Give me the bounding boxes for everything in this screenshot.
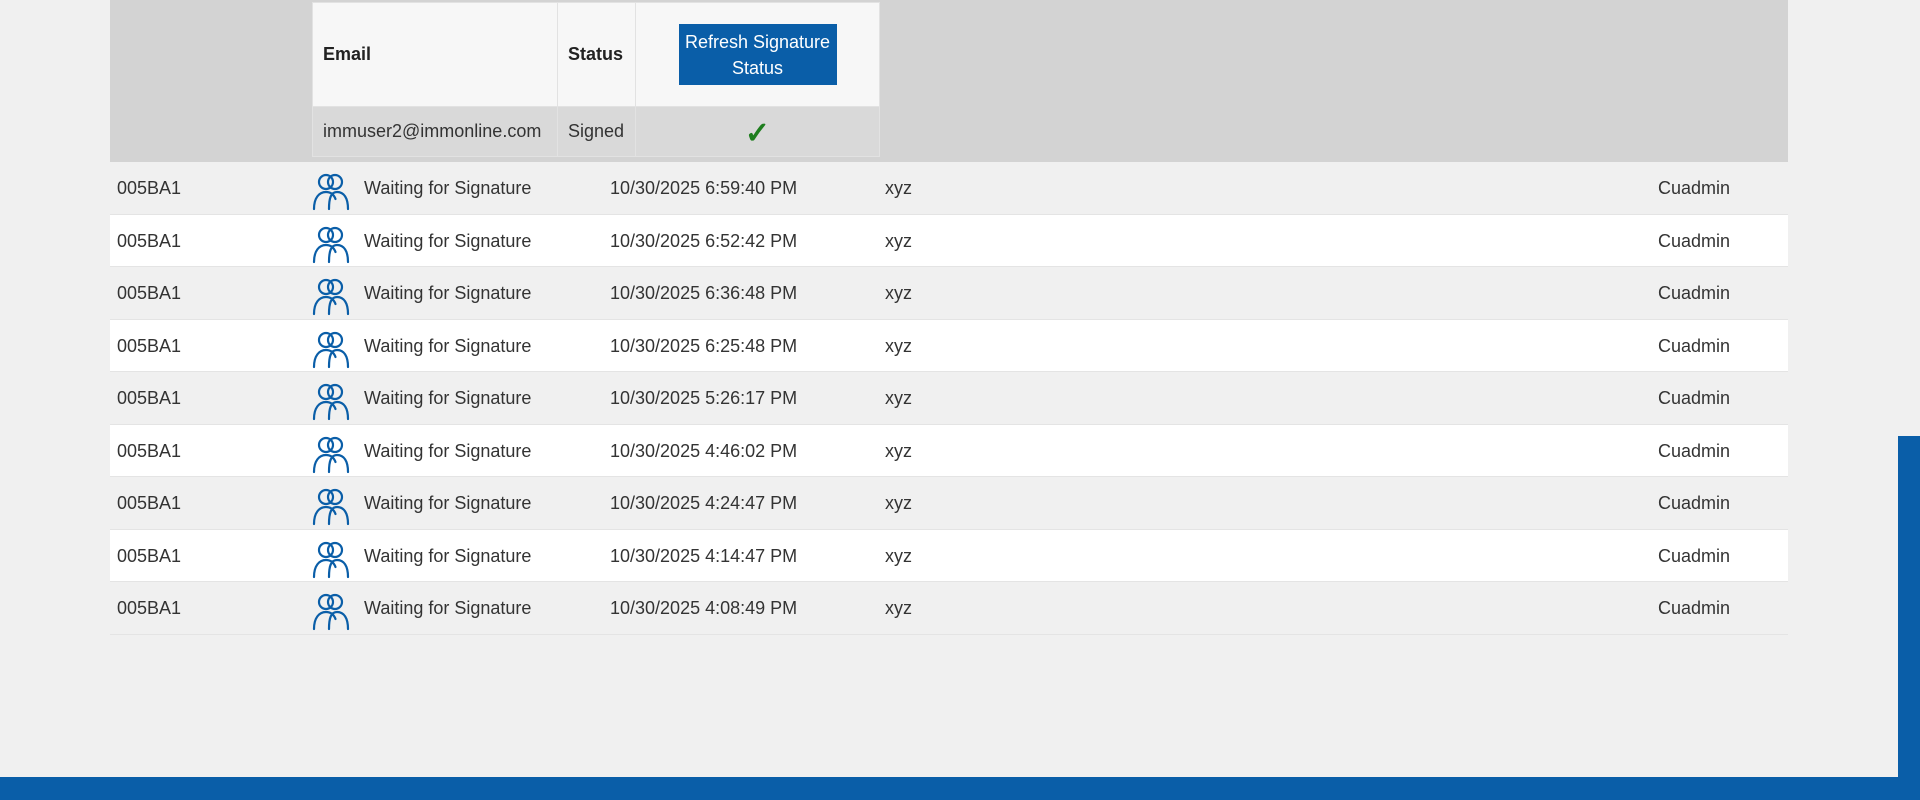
record-timestamp: 10/30/2025 5:26:17 PM bbox=[610, 388, 798, 408]
record-reference: xyz bbox=[885, 335, 912, 356]
users-icon bbox=[311, 486, 351, 526]
record-timestamp: 10/30/2025 6:52:42 PM bbox=[610, 230, 798, 251]
signer-detail-panel: Email Status Refresh Signature Status im… bbox=[110, 0, 1788, 162]
signer-row: immuser2@immonline.com Signed ✓ bbox=[312, 106, 880, 157]
table-row[interactable]: 005BA1 Waiting for Signature 10/30/2025 … bbox=[110, 424, 1788, 477]
record-user: Cuadmin bbox=[1658, 178, 1731, 198]
record-status: Waiting for Signature bbox=[364, 283, 532, 303]
record-code: 005BA1 bbox=[117, 335, 182, 356]
record-timestamp: 10/30/2025 6:25:48 PM bbox=[610, 335, 798, 356]
table-row[interactable]: 005BA1 Waiting for Signature 10/30/2025 … bbox=[110, 267, 1788, 320]
refresh-column-header: Refresh Signature Status bbox=[635, 2, 880, 107]
record-status: Waiting for Signature bbox=[364, 598, 532, 618]
record-timestamp: 10/30/2025 4:24:47 PM bbox=[610, 493, 798, 513]
email-column-header: Email bbox=[312, 2, 558, 107]
record-reference: xyz bbox=[885, 545, 912, 566]
users-icon bbox=[311, 276, 351, 316]
record-user: Cuadmin bbox=[1658, 230, 1731, 251]
users-icon bbox=[311, 171, 351, 211]
record-user: Cuadmin bbox=[1658, 493, 1731, 513]
record-user: Cuadmin bbox=[1658, 335, 1731, 356]
table-row[interactable]: 005BA1 Waiting for Signature 10/30/2025 … bbox=[110, 372, 1788, 425]
record-code: 005BA1 bbox=[117, 178, 182, 198]
record-status: Waiting for Signature bbox=[364, 178, 532, 198]
table-row[interactable]: 005BA1 Waiting for Signature 10/30/2025 … bbox=[110, 319, 1788, 372]
signer-status: Signed bbox=[557, 106, 636, 157]
check-icon: ✓ bbox=[744, 116, 771, 150]
record-reference: xyz bbox=[885, 388, 912, 408]
record-reference: xyz bbox=[885, 283, 912, 303]
record-reference: xyz bbox=[885, 230, 912, 251]
record-code: 005BA1 bbox=[117, 283, 182, 303]
record-code: 005BA1 bbox=[117, 598, 182, 618]
record-user: Cuadmin bbox=[1658, 440, 1731, 461]
signer-table-header-row: Email Status Refresh Signature Status bbox=[312, 2, 880, 107]
record-user: Cuadmin bbox=[1658, 283, 1731, 303]
users-icon bbox=[311, 381, 351, 421]
record-status: Waiting for Signature bbox=[364, 545, 532, 566]
record-user: Cuadmin bbox=[1658, 545, 1731, 566]
footer-bar bbox=[0, 777, 1920, 800]
refresh-signature-status-button[interactable]: Refresh Signature Status bbox=[678, 24, 837, 85]
table-row[interactable]: 005BA1 Waiting for Signature 10/30/2025 … bbox=[110, 162, 1788, 215]
record-code: 005BA1 bbox=[117, 440, 182, 461]
table-row[interactable]: 005BA1 Waiting for Signature 10/30/2025 … bbox=[110, 529, 1788, 582]
record-user: Cuadmin bbox=[1658, 598, 1731, 618]
record-code: 005BA1 bbox=[117, 493, 182, 513]
record-reference: xyz bbox=[885, 440, 912, 461]
page: Email Status Refresh Signature Status im… bbox=[0, 0, 1920, 800]
record-timestamp: 10/30/2025 6:36:48 PM bbox=[610, 283, 798, 303]
users-icon bbox=[311, 224, 351, 263]
record-status: Waiting for Signature bbox=[364, 388, 532, 408]
record-code: 005BA1 bbox=[117, 388, 182, 408]
users-icon bbox=[311, 434, 351, 473]
record-user: Cuadmin bbox=[1658, 388, 1731, 408]
record-timestamp: 10/30/2025 6:59:40 PM bbox=[610, 178, 798, 198]
status-column-header: Status bbox=[557, 2, 636, 107]
signature-grid: Email Status Refresh Signature Status im… bbox=[110, 0, 1788, 635]
record-timestamp: 10/30/2025 4:14:47 PM bbox=[610, 545, 798, 566]
table-row[interactable]: 005BA1 Waiting for Signature 10/30/2025 … bbox=[110, 214, 1788, 267]
record-status: Waiting for Signature bbox=[364, 493, 532, 513]
record-timestamp: 10/30/2025 4:46:02 PM bbox=[610, 440, 798, 461]
users-icon bbox=[311, 539, 351, 578]
signer-signed-cell: ✓ bbox=[635, 106, 880, 157]
record-status: Waiting for Signature bbox=[364, 335, 532, 356]
table-row[interactable]: 005BA1 Waiting for Signature 10/30/2025 … bbox=[110, 582, 1788, 635]
record-status: Waiting for Signature bbox=[364, 230, 532, 251]
record-code: 005BA1 bbox=[117, 230, 182, 251]
signer-table: Email Status Refresh Signature Status im… bbox=[312, 2, 880, 157]
record-reference: xyz bbox=[885, 178, 912, 198]
record-reference: xyz bbox=[885, 598, 912, 618]
records-list: 005BA1 Waiting for Signature 10/30/2025 … bbox=[110, 162, 1788, 635]
record-status: Waiting for Signature bbox=[364, 440, 532, 461]
table-row[interactable]: 005BA1 Waiting for Signature 10/30/2025 … bbox=[110, 477, 1788, 530]
scrollbar[interactable] bbox=[1898, 436, 1920, 777]
record-reference: xyz bbox=[885, 493, 912, 513]
users-icon bbox=[311, 591, 351, 631]
signer-email: immuser2@immonline.com bbox=[312, 106, 558, 157]
record-timestamp: 10/30/2025 4:08:49 PM bbox=[610, 598, 798, 618]
record-code: 005BA1 bbox=[117, 545, 182, 566]
users-icon bbox=[311, 329, 351, 368]
